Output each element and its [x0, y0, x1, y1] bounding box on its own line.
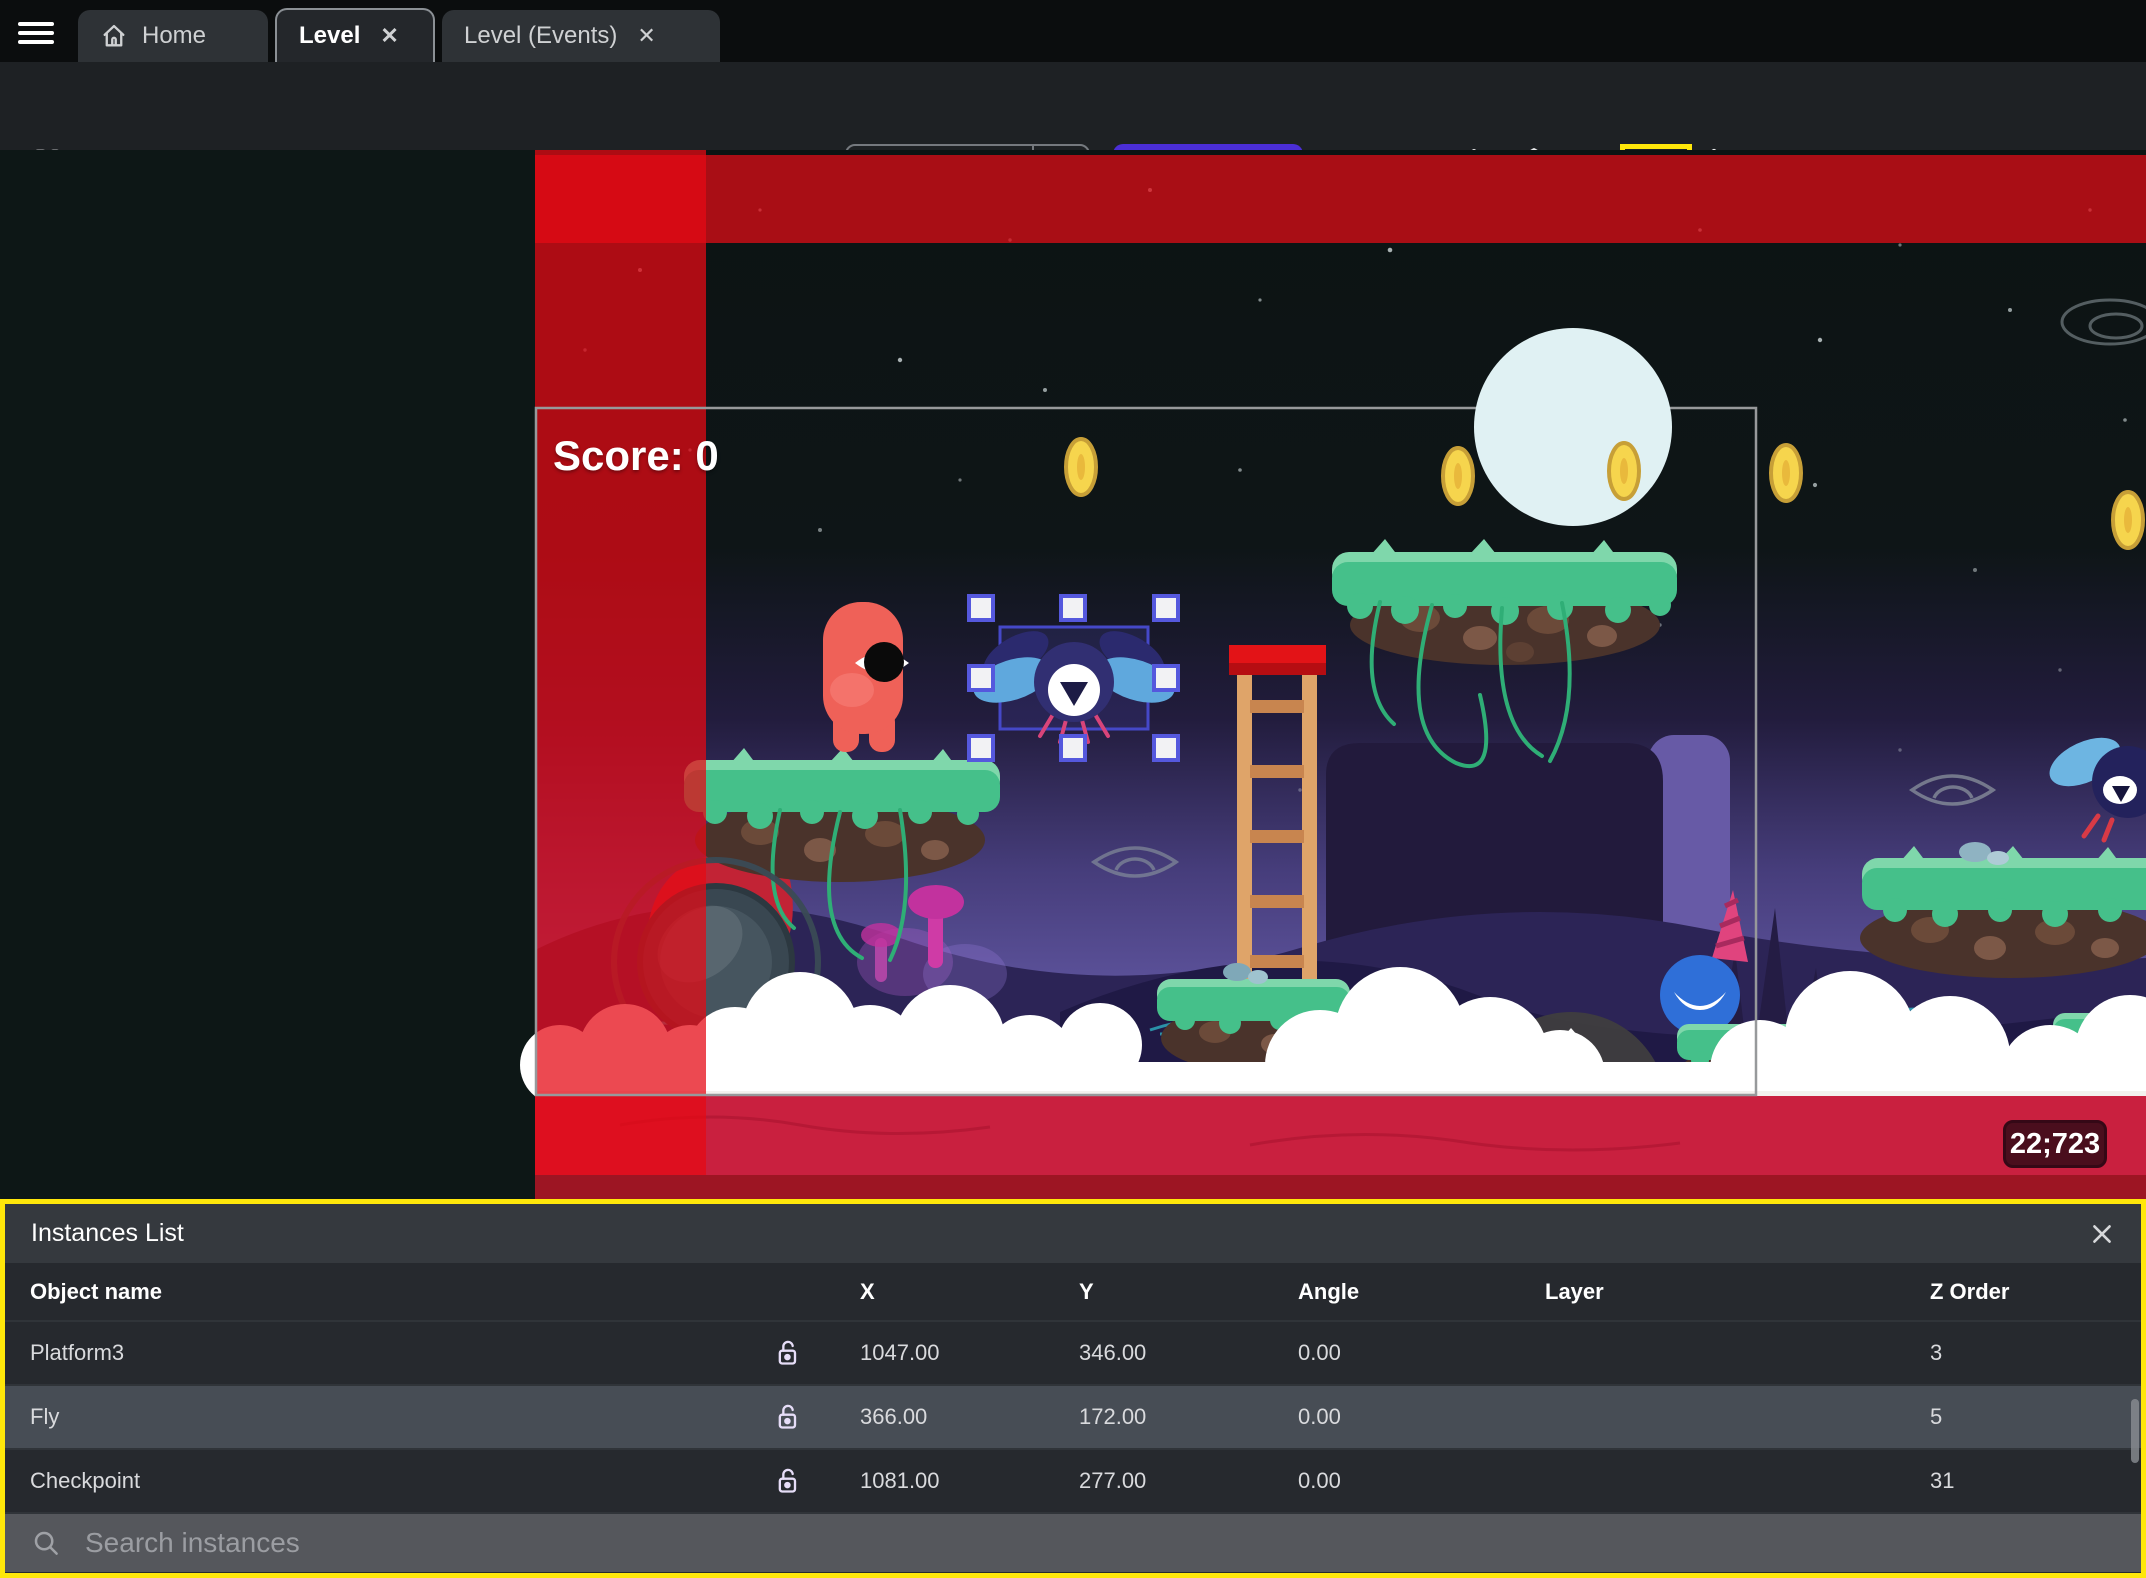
col-y: Y [1079, 1278, 1094, 1304]
table-row[interactable]: Platform3 1047.00 346.00 0.00 3 [5, 1322, 2141, 1386]
close-icon[interactable]: ✕ [374, 23, 398, 49]
lock-toggle[interactable] [740, 1403, 835, 1431]
table-row[interactable]: Checkpoint 1081.00 277.00 0.00 31 [5, 1450, 2141, 1514]
cursor-coordinates-badge: 22;723 [2003, 1120, 2107, 1168]
cell-x[interactable]: 366.00 [835, 1404, 1054, 1430]
cell-y[interactable]: 346.00 [1054, 1340, 1273, 1366]
top-red-zone [535, 155, 2146, 243]
col-layer: Layer [1545, 1278, 1604, 1304]
cell-x[interactable]: 1081.00 [835, 1468, 1054, 1494]
tab-label: Level (Events) [464, 22, 618, 49]
selected-fly-instance[interactable] [968, 621, 1180, 744]
unlock-icon [778, 1404, 796, 1429]
close-icon[interactable] [2089, 1221, 2115, 1247]
cell-object-name: Platform3 [30, 1340, 125, 1365]
platform-instance[interactable] [1860, 842, 2146, 978]
gdevelop-editor: Home Level ✕ Level (Events) ✕ Score: 0 2… [0, 0, 2146, 1578]
home-icon [103, 24, 125, 47]
search-icon [34, 1531, 58, 1555]
instances-list-panel: Instances List Object name X Y Angle Lay… [0, 1199, 2146, 1578]
lock-toggle[interactable] [740, 1467, 835, 1495]
col-z-order: Z Order [1930, 1278, 2010, 1304]
tab-bar: Home Level ✕ Level (Events) ✕ [0, 0, 2146, 62]
moon [1474, 328, 1672, 526]
tab-label: Home [142, 22, 207, 49]
toolbar: Preview Publish [0, 62, 2146, 212]
close-icon[interactable]: ✕ [631, 23, 655, 49]
tab-home[interactable]: Home [78, 10, 268, 62]
cell-z-order[interactable]: 31 [1905, 1468, 2141, 1494]
cell-angle[interactable]: 0.00 [1273, 1340, 1520, 1366]
lock-toggle[interactable] [740, 1339, 835, 1367]
cell-angle[interactable]: 0.00 [1273, 1468, 1520, 1494]
game-scene[interactable] [0, 150, 2146, 1204]
cell-y[interactable]: 172.00 [1054, 1404, 1273, 1430]
cell-object-name: Checkpoint [30, 1468, 141, 1493]
instances-table-header: Object name X Y Angle Layer Z Order [5, 1263, 2141, 1322]
scrollbar-thumb[interactable] [2131, 1399, 2139, 1463]
scene-editor-canvas[interactable]: Score: 0 22;723 [0, 150, 2146, 1204]
col-x: X [860, 1278, 875, 1304]
instances-panel-header: Instances List [5, 1204, 2141, 1263]
search-bar [5, 1514, 2141, 1572]
cell-x[interactable]: 1047.00 [835, 1340, 1054, 1366]
cell-z-order[interactable]: 3 [1905, 1340, 2141, 1366]
cell-z-order[interactable]: 5 [1905, 1404, 2141, 1430]
menu-icon[interactable] [18, 17, 58, 47]
tab-label: Level [299, 22, 361, 49]
panel-title: Instances List [31, 1219, 184, 1247]
col-object-name: Object name [30, 1278, 163, 1304]
search-input[interactable] [83, 1526, 1587, 1560]
red-overlay-stripe [535, 150, 706, 1175]
col-angle: Angle [1298, 1278, 1360, 1304]
tab-level[interactable]: Level ✕ [275, 8, 435, 62]
cell-object-name: Fly [30, 1404, 60, 1429]
table-row[interactable]: Fly 366.00 172.00 0.00 5 [5, 1386, 2141, 1450]
cell-y[interactable]: 277.00 [1054, 1468, 1273, 1494]
cell-angle[interactable]: 0.00 [1273, 1404, 1520, 1430]
unlock-icon [778, 1468, 796, 1493]
unlock-icon [778, 1340, 796, 1365]
tab-level-events[interactable]: Level (Events) ✕ [442, 10, 720, 62]
score-text-instance[interactable]: Score: 0 [553, 432, 719, 480]
